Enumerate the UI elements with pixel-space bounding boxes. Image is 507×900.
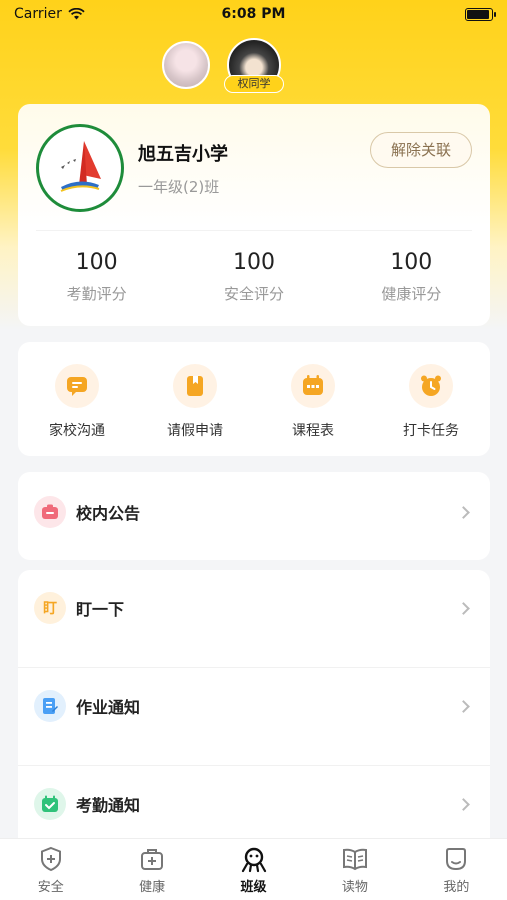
list-item-label: 盯一下 [76,600,125,619]
quick-action-timetable[interactable]: 课程表 [254,364,372,456]
score-value: 100 [232,250,275,275]
list-item-label: 作业通知 [76,698,141,717]
score-summary: 100 考勤评分 100 安全评分 100 健康评分 [18,250,490,304]
divider [36,230,472,231]
score-label: 健康评分 [381,285,442,303]
quick-action-leave-request[interactable]: 请假申请 [136,364,254,456]
class-name: 一年级(2)班 [138,178,220,196]
watch-icon: 盯 [34,592,66,624]
chevron-right-icon [457,797,470,811]
carrier-label: Carrier [14,6,62,22]
calendar-icon [291,364,335,408]
chevron-right-icon [457,505,470,519]
child-avatar[interactable] [162,41,210,89]
notification-section: 盯 盯一下 作业通知 考勤通知 [18,570,490,850]
school-logo [36,124,124,212]
child-switcher: 权同学 [0,38,507,94]
book-icon [342,848,367,871]
tab-label: 安全 [37,880,64,895]
list-item-label: 校内公告 [76,504,141,523]
school-card: 旭五吉小学 一年级(2)班 解除关联 100 考勤评分 100 安全评分 100… [18,104,490,326]
leave-icon [173,364,217,408]
chevron-right-icon [457,601,470,615]
quick-action-label: 课程表 [292,423,334,439]
quick-action-label: 家校沟通 [49,423,105,439]
announcement-icon [34,496,66,528]
alarm-clock-icon [409,364,453,408]
score-label: 考勤评分 [66,285,127,303]
quick-actions: 家校沟通 请假申请 课程表 打卡任务 [18,342,490,456]
watch-icon-glyph: 盯 [43,601,57,617]
quick-action-label: 打卡任务 [403,423,459,439]
chevron-right-icon [457,699,470,713]
wifi-icon [68,8,85,20]
battery-icon [465,7,496,21]
announcement-section: 校内公告 [18,472,490,560]
tab-health[interactable]: 健康 [101,839,202,900]
score-health: 100 健康评分 [333,250,490,304]
list-item-homework-notice[interactable]: 作业通知 [18,668,490,766]
tab-safety[interactable]: 安全 [0,839,101,900]
child-name-tag: 权同学 [224,75,284,93]
unlink-button[interactable]: 解除关联 [370,132,472,168]
list-item-label: 考勤通知 [76,796,141,815]
tab-bar: 安全 健康 班级 读物 我的 [0,838,507,900]
tab-profile[interactable]: 我的 [406,839,507,900]
score-safety: 100 安全评分 [175,250,332,304]
quick-action-checkin-tasks[interactable]: 打卡任务 [372,364,490,456]
score-attendance: 100 考勤评分 [18,250,175,304]
quick-action-home-school-chat[interactable]: 家校沟通 [18,364,136,456]
medkit-icon [141,849,164,870]
tab-label: 健康 [139,880,166,895]
score-label: 安全评分 [223,285,284,303]
quick-action-label: 请假申请 [167,423,223,439]
status-bar: Carrier 6:08 PM [0,0,507,28]
tab-label: 读物 [341,880,368,895]
tab-class[interactable]: 班级 [203,839,304,900]
tab-reading[interactable]: 读物 [304,839,405,900]
tab-label: 班级 [240,880,267,895]
school-name: 旭五吉小学 [138,144,228,165]
tab-label: 我的 [443,880,470,895]
shield-icon [40,846,61,872]
chat-icon [55,364,99,408]
score-value: 100 [75,250,118,275]
list-item-watch[interactable]: 盯 盯一下 [18,570,490,668]
class-icon [241,847,266,873]
list-item-school-announcement[interactable]: 校内公告 [18,474,490,550]
profile-icon [446,848,467,871]
homework-icon [34,690,66,722]
attendance-icon [34,788,66,820]
list-item-attendance-notice[interactable]: 考勤通知 [18,766,490,842]
score-value: 100 [390,250,433,275]
